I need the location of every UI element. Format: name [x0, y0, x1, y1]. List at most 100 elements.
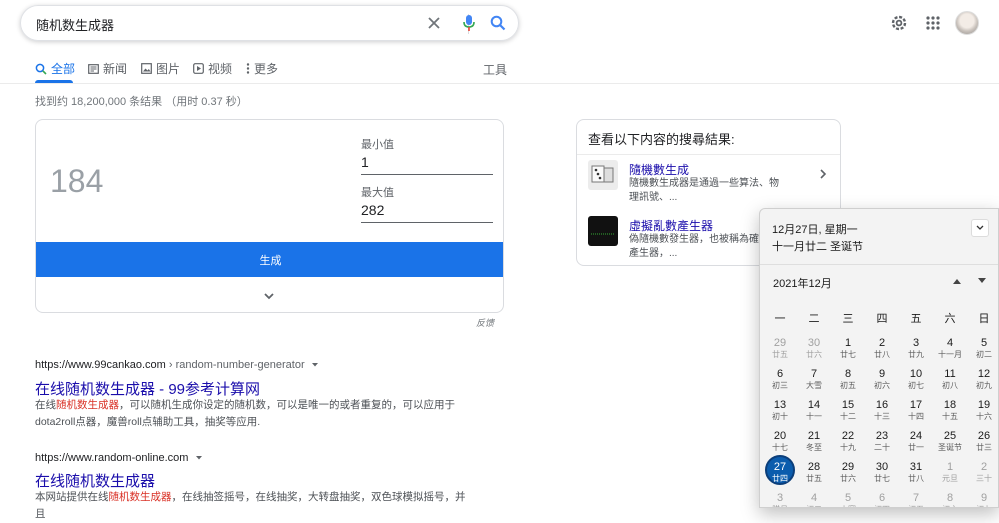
calendar-day[interactable]: 13 初十 [763, 399, 797, 422]
min-input[interactable]: 1 [361, 154, 493, 175]
calendar-day[interactable]: 14 十一 [797, 399, 831, 422]
calendar-day[interactable]: 31 廿八 [899, 461, 933, 484]
calendar-day[interactable]: 19 十六 [967, 399, 998, 422]
day-number: 28 [807, 461, 821, 473]
calendar-day[interactable]: 20 十七 [763, 430, 797, 453]
calendar-day-today[interactable]: 27 廿四 [763, 455, 797, 485]
tab-news[interactable]: 新闻 [88, 60, 127, 77]
apps-grid-icon[interactable] [924, 14, 942, 32]
day-number: 13 [773, 399, 787, 411]
calendar-day[interactable]: 30 廿六 [797, 337, 831, 360]
day-number: 8 [946, 492, 954, 504]
caret-down-icon[interactable] [195, 455, 203, 461]
generate-button[interactable]: 生成 [36, 242, 503, 277]
tools-button[interactable]: 工具 [483, 61, 507, 78]
day-number: 17 [909, 399, 923, 411]
calendar-day[interactable]: 4初二 [797, 492, 831, 507]
calendar-day[interactable]: 26 廿三 [967, 430, 998, 453]
calendar-day[interactable]: 29 廿五 [763, 337, 797, 360]
search-icon[interactable] [489, 14, 507, 32]
microphone-icon[interactable] [460, 14, 478, 32]
day-number: 31 [909, 461, 923, 473]
search-input[interactable]: 随机数生成器 [36, 15, 114, 34]
chevron-right-icon[interactable] [817, 168, 829, 180]
calendar-month-label[interactable]: 2021年12月 [773, 275, 832, 291]
day-number: 18 [943, 399, 957, 411]
calendar-day[interactable]: 3 廿九 [899, 337, 933, 360]
calendar-day[interactable]: 11 初八 [933, 368, 967, 391]
calendar-day[interactable]: 1 元旦 [933, 461, 967, 484]
max-input[interactable]: 282 [361, 202, 493, 223]
calendar-day[interactable]: 8初六 [933, 492, 967, 507]
lunar-day-label: 冬至 [806, 443, 822, 452]
result-title-link[interactable]: 在线随机数生成器 [35, 470, 155, 491]
chevron-down-icon[interactable] [262, 289, 276, 303]
day-number: 2 [980, 461, 988, 473]
day-number: 8 [844, 368, 852, 380]
tab-more[interactable]: 更多 [246, 60, 278, 77]
calendar-day[interactable]: 8 初五 [831, 368, 865, 391]
tab-videos[interactable]: 视频 [193, 60, 232, 77]
lunar-day-label: 初九 [976, 381, 992, 390]
calendar-day[interactable]: 7初五 [899, 492, 933, 507]
lunar-day-label: 初五 [840, 381, 856, 390]
lunar-day-label: 十一月 [938, 350, 962, 359]
calendar-day[interactable]: 21 冬至 [797, 430, 831, 453]
calendar-day[interactable]: 2 三十 [967, 461, 998, 484]
calendar-day[interactable]: 3腊月 [763, 492, 797, 507]
side-item-title[interactable]: 虛擬亂數產生器 [629, 217, 713, 234]
calendar-day[interactable]: 24 廿一 [899, 430, 933, 453]
calendar-day[interactable]: 29 廿六 [831, 461, 865, 484]
calendar-day[interactable]: 17 十四 [899, 399, 933, 422]
rng-result-value: 184 [50, 163, 104, 199]
day-number: 9 [878, 368, 886, 380]
snippet-text: ，可以随机生成你设定的随机数，可以是唯一的或者重复的，可以应用于 [119, 399, 455, 411]
calendar-day[interactable]: 28 廿五 [797, 461, 831, 484]
caret-down-icon[interactable] [311, 362, 319, 368]
lunar-day-label: 初四 [865, 504, 899, 507]
day-number: 5 [980, 337, 988, 349]
lunar-day-label: 廿七 [874, 474, 890, 483]
next-month-icon[interactable] [976, 276, 988, 286]
collapse-button[interactable] [971, 219, 989, 237]
calendar-day[interactable]: 18 十五 [933, 399, 967, 422]
search-bar[interactable]: 随机数生成器 [20, 5, 519, 41]
calendar-day[interactable]: 6 初三 [763, 368, 797, 391]
tab-images[interactable]: 图片 [141, 60, 180, 77]
weekday-label: 一 [774, 313, 786, 325]
clear-icon[interactable] [425, 14, 443, 32]
lunar-day-label: 初二 [976, 350, 992, 359]
settings-gear-icon[interactable] [890, 14, 908, 32]
avatar[interactable] [955, 11, 979, 35]
calendar-date-heading[interactable]: 12月27日, 星期一 [772, 221, 858, 237]
calendar-day[interactable]: 9 初六 [865, 368, 899, 391]
calendar-day[interactable]: 2 廿八 [865, 337, 899, 360]
calendar-day[interactable]: 9初七 [967, 492, 998, 507]
tab-all[interactable]: 全部 [35, 60, 75, 77]
calendar-day[interactable]: 22 十九 [831, 430, 865, 453]
calendar-day[interactable]: 1 廿七 [831, 337, 865, 360]
calendar-day[interactable]: 12 初九 [967, 368, 998, 391]
result-url: https://www.random-online.com [35, 452, 203, 464]
calendar-day[interactable]: 7 大雪 [797, 368, 831, 391]
calendar-day[interactable]: 25 圣诞节 [933, 430, 967, 453]
calendar-day[interactable]: 30 廿七 [865, 461, 899, 484]
calendar-day[interactable]: 5 初二 [967, 337, 998, 360]
calendar-day[interactable]: 6初四 [865, 492, 899, 507]
day-number: 24 [909, 430, 923, 442]
calendar-day[interactable]: 23 二十 [865, 430, 899, 453]
calendar-day[interactable]: 15 十二 [831, 399, 865, 422]
result-title-link[interactable]: 在线随机数生成器 - 99参考计算网 [35, 378, 260, 399]
calendar-day[interactable]: 4 十一月 [933, 337, 967, 360]
weekday-label: 三 [842, 313, 854, 325]
tab-label: 图片 [156, 62, 181, 76]
prev-month-icon[interactable] [951, 276, 963, 286]
result-snippet: 在线随机数生成器，可以随机生成你设定的随机数，可以是唯一的或者重复的，可以应用于… [35, 397, 475, 431]
calendar-day[interactable]: 10 初七 [899, 368, 933, 391]
side-item-title[interactable]: 隨機數生成 [629, 161, 689, 178]
calendar-day[interactable]: 5小寒 [831, 492, 865, 507]
feedback-link[interactable]: 反馈 [476, 316, 494, 329]
lunar-day-label: 小寒 [831, 504, 865, 507]
calendar-day[interactable]: 16 十三 [865, 399, 899, 422]
day-number: 5 [844, 492, 852, 504]
